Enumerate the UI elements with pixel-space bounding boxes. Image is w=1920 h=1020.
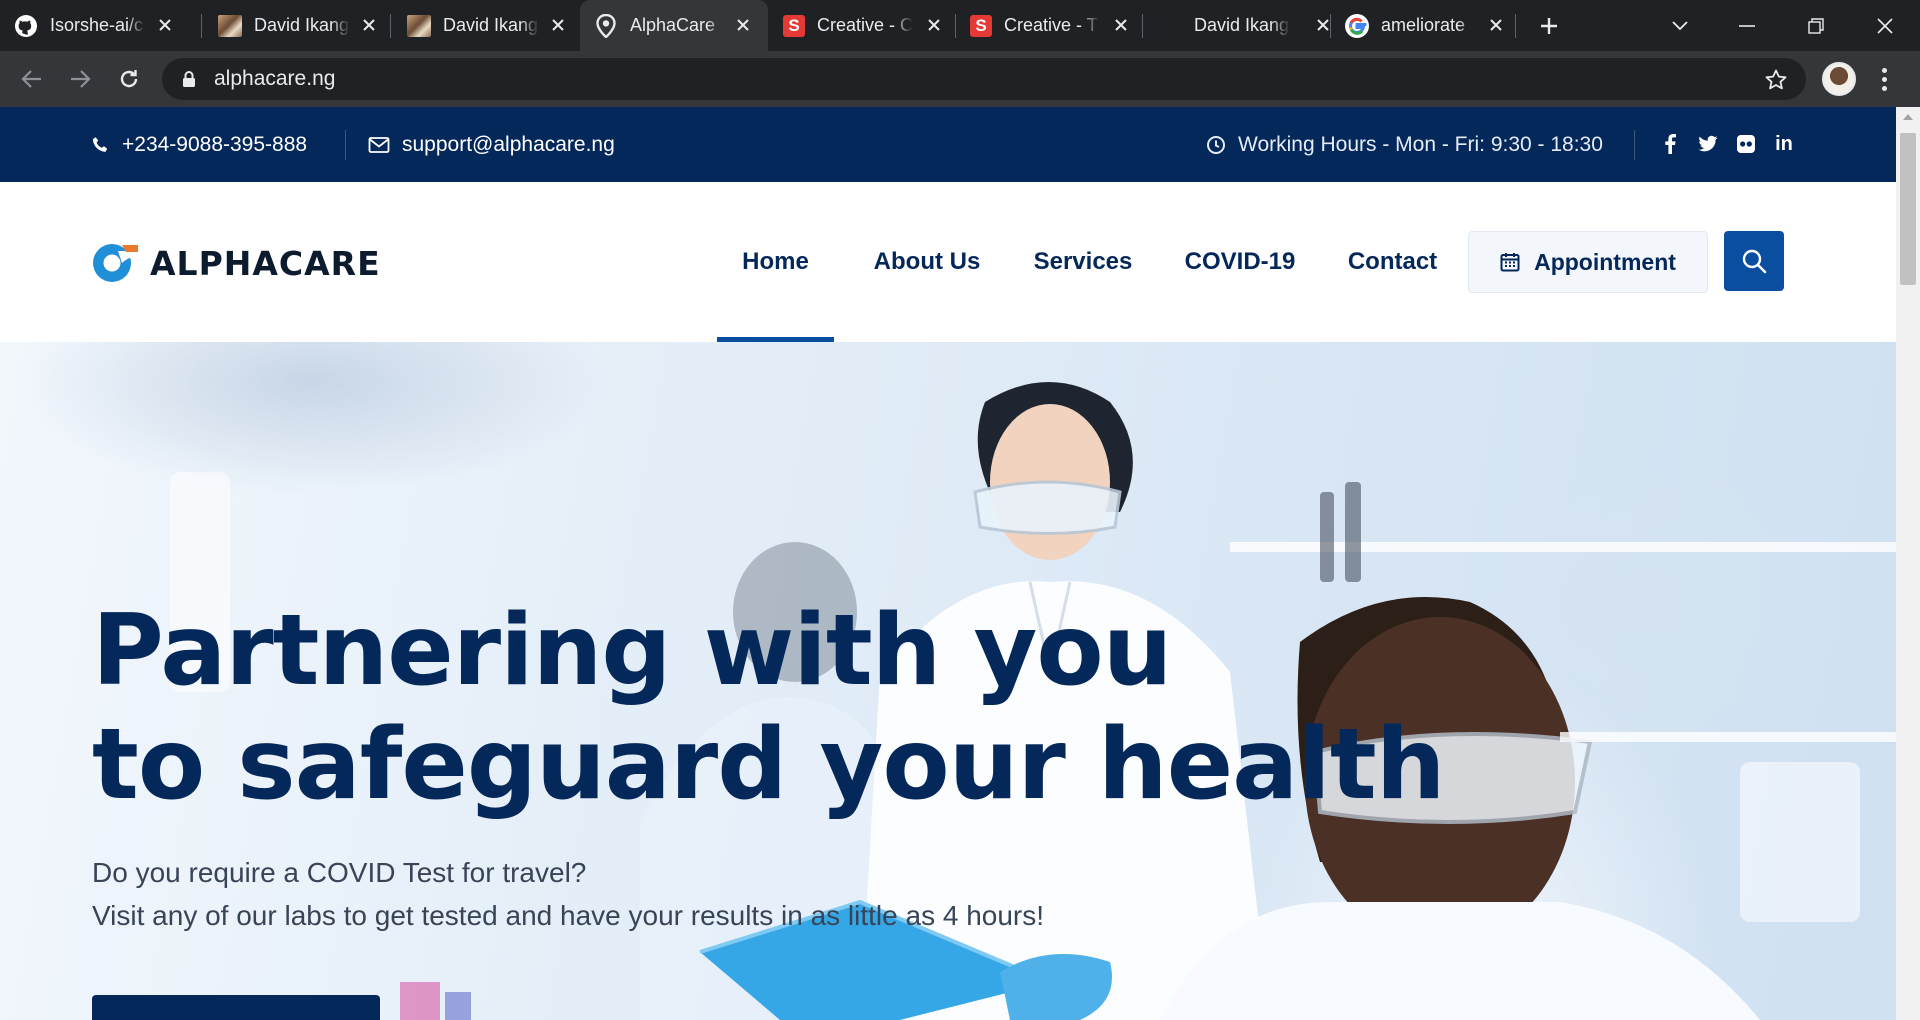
nav-about-us[interactable]: About Us (860, 182, 994, 342)
hero-subtitle-line-2: Visit any of our labs to get tested and … (92, 900, 1045, 931)
hero-cta-button[interactable] (92, 995, 380, 1020)
browser-tab[interactable]: ameliorate (1345, 0, 1521, 51)
browser-tab[interactable]: S Creative - T (970, 0, 1146, 51)
hero-title-line-2: to safeguard your health (92, 708, 1446, 822)
close-tab-icon[interactable] (1485, 14, 1507, 36)
working-hours: Working Hours - Mon - Fri: 9:30 - 18:30 (1206, 107, 1603, 182)
envelope-icon (368, 136, 390, 153)
profile-avatar[interactable] (1822, 62, 1856, 96)
clock-icon (1207, 135, 1225, 154)
close-tab-icon[interactable] (154, 14, 176, 36)
alphacare-logo-icon (92, 243, 140, 283)
phone-icon (92, 136, 108, 152)
tab-title: AlphaCare (630, 15, 716, 35)
twitter-icon[interactable] (1698, 133, 1718, 155)
minimize-button[interactable] (1712, 0, 1782, 51)
close-window-button[interactable] (1850, 0, 1920, 51)
phone-number[interactable]: +234-9088-395-888 (122, 133, 307, 157)
s-favicon-icon: S (970, 14, 992, 37)
flickr-icon[interactable] (1736, 133, 1756, 155)
hero-title: Partnering with you to safeguard your he… (92, 594, 1492, 822)
social-links: in (1660, 133, 1794, 155)
browser-tab[interactable]: S Creative - C (783, 0, 959, 51)
hero-section: Partnering with you to safeguard your he… (0, 342, 1896, 1020)
email-contact[interactable]: support@alphacare.ng (368, 107, 615, 182)
tab-title: Creative - T (1004, 15, 1098, 35)
facebook-icon[interactable] (1660, 133, 1680, 155)
new-tab-button[interactable] (1514, 0, 1584, 51)
browser-tab[interactable]: Isorshe-ai/c (14, 0, 190, 51)
photo-favicon-icon (218, 14, 242, 37)
site-logo[interactable]: ALPHACARE (92, 242, 381, 284)
scroll-up-arrow-icon[interactable] (1896, 107, 1920, 127)
url-text[interactable]: alphacare.ng (214, 67, 335, 91)
calendar-icon (1500, 253, 1520, 272)
close-tab-icon[interactable] (732, 14, 754, 36)
close-tab-icon[interactable] (1110, 14, 1132, 36)
tab-title: David Ikang (1194, 15, 1290, 35)
search-button[interactable] (1724, 231, 1784, 291)
browser-tab[interactable]: David Ikang (1194, 0, 1334, 51)
appointment-button[interactable]: Appointment (1468, 231, 1708, 293)
photo-favicon-icon (407, 14, 431, 37)
nav-services[interactable]: Services (1028, 182, 1138, 342)
scrollbar-thumb[interactable] (1900, 133, 1916, 285)
google-icon (1345, 13, 1369, 38)
browser-tab-strip: Isorshe-ai/c David Ikang David Ikang Alp… (0, 0, 1920, 51)
tab-title: Creative - C (817, 15, 913, 35)
location-pin-icon (594, 13, 618, 38)
restore-button[interactable] (1781, 0, 1851, 51)
hero-subtitle-line-1: Do you require a COVID Test for travel? (92, 857, 587, 888)
hero-title-line-1: Partnering with you (92, 594, 1173, 708)
s-favicon-icon: S (783, 14, 805, 37)
reload-icon[interactable] (115, 65, 143, 93)
hero-subtitle: Do you require a COVID Test for travel? … (92, 851, 1044, 937)
nav-contact[interactable]: Contact (1340, 182, 1445, 342)
bookmark-star-icon[interactable] (1764, 68, 1788, 92)
linkedin-icon[interactable]: in (1774, 133, 1794, 155)
forward-arrow-icon[interactable] (66, 65, 94, 93)
top-info-bar: +234-9088-395-888 support@alphacare.ng W… (0, 107, 1896, 182)
browser-menu-icon[interactable] (1874, 65, 1894, 93)
email-address[interactable]: support@alphacare.ng (402, 133, 615, 157)
browser-tab-active[interactable]: AlphaCare (580, 0, 768, 51)
github-icon (14, 14, 38, 38)
site-header: ALPHACARE Home About Us Services COVID-1… (0, 182, 1896, 342)
tab-search-chevron-down-icon[interactable] (1645, 0, 1715, 51)
close-tab-icon[interactable] (358, 14, 380, 36)
browser-toolbar: alphacare.ng (0, 51, 1920, 107)
page-viewport: +234-9088-395-888 support@alphacare.ng W… (0, 107, 1896, 1020)
browser-tab[interactable]: David Ikang (218, 0, 394, 51)
nav-home[interactable]: Home (717, 182, 834, 342)
tab-title: David Ikang (443, 15, 539, 35)
close-tab-icon[interactable] (547, 14, 569, 36)
appointment-label: Appointment (1534, 248, 1676, 275)
tab-title: David Ikang (254, 15, 350, 35)
nav-covid-19[interactable]: COVID-19 (1175, 182, 1305, 342)
close-tab-icon[interactable] (923, 14, 945, 36)
browser-tab[interactable]: David Ikang (407, 0, 583, 51)
logo-wordmark: ALPHACARE (150, 243, 381, 283)
tab-title: Isorshe-ai/c (50, 15, 144, 35)
search-icon (1742, 249, 1767, 274)
address-bar[interactable]: alphacare.ng (162, 58, 1806, 100)
back-arrow-icon[interactable] (18, 65, 46, 93)
tab-title: ameliorate (1381, 15, 1466, 35)
phone-contact[interactable]: +234-9088-395-888 (92, 107, 307, 182)
lock-icon[interactable] (182, 70, 198, 88)
working-hours-text: Working Hours - Mon - Fri: 9:30 - 18:30 (1238, 132, 1603, 156)
page-scrollbar[interactable] (1896, 107, 1920, 1020)
